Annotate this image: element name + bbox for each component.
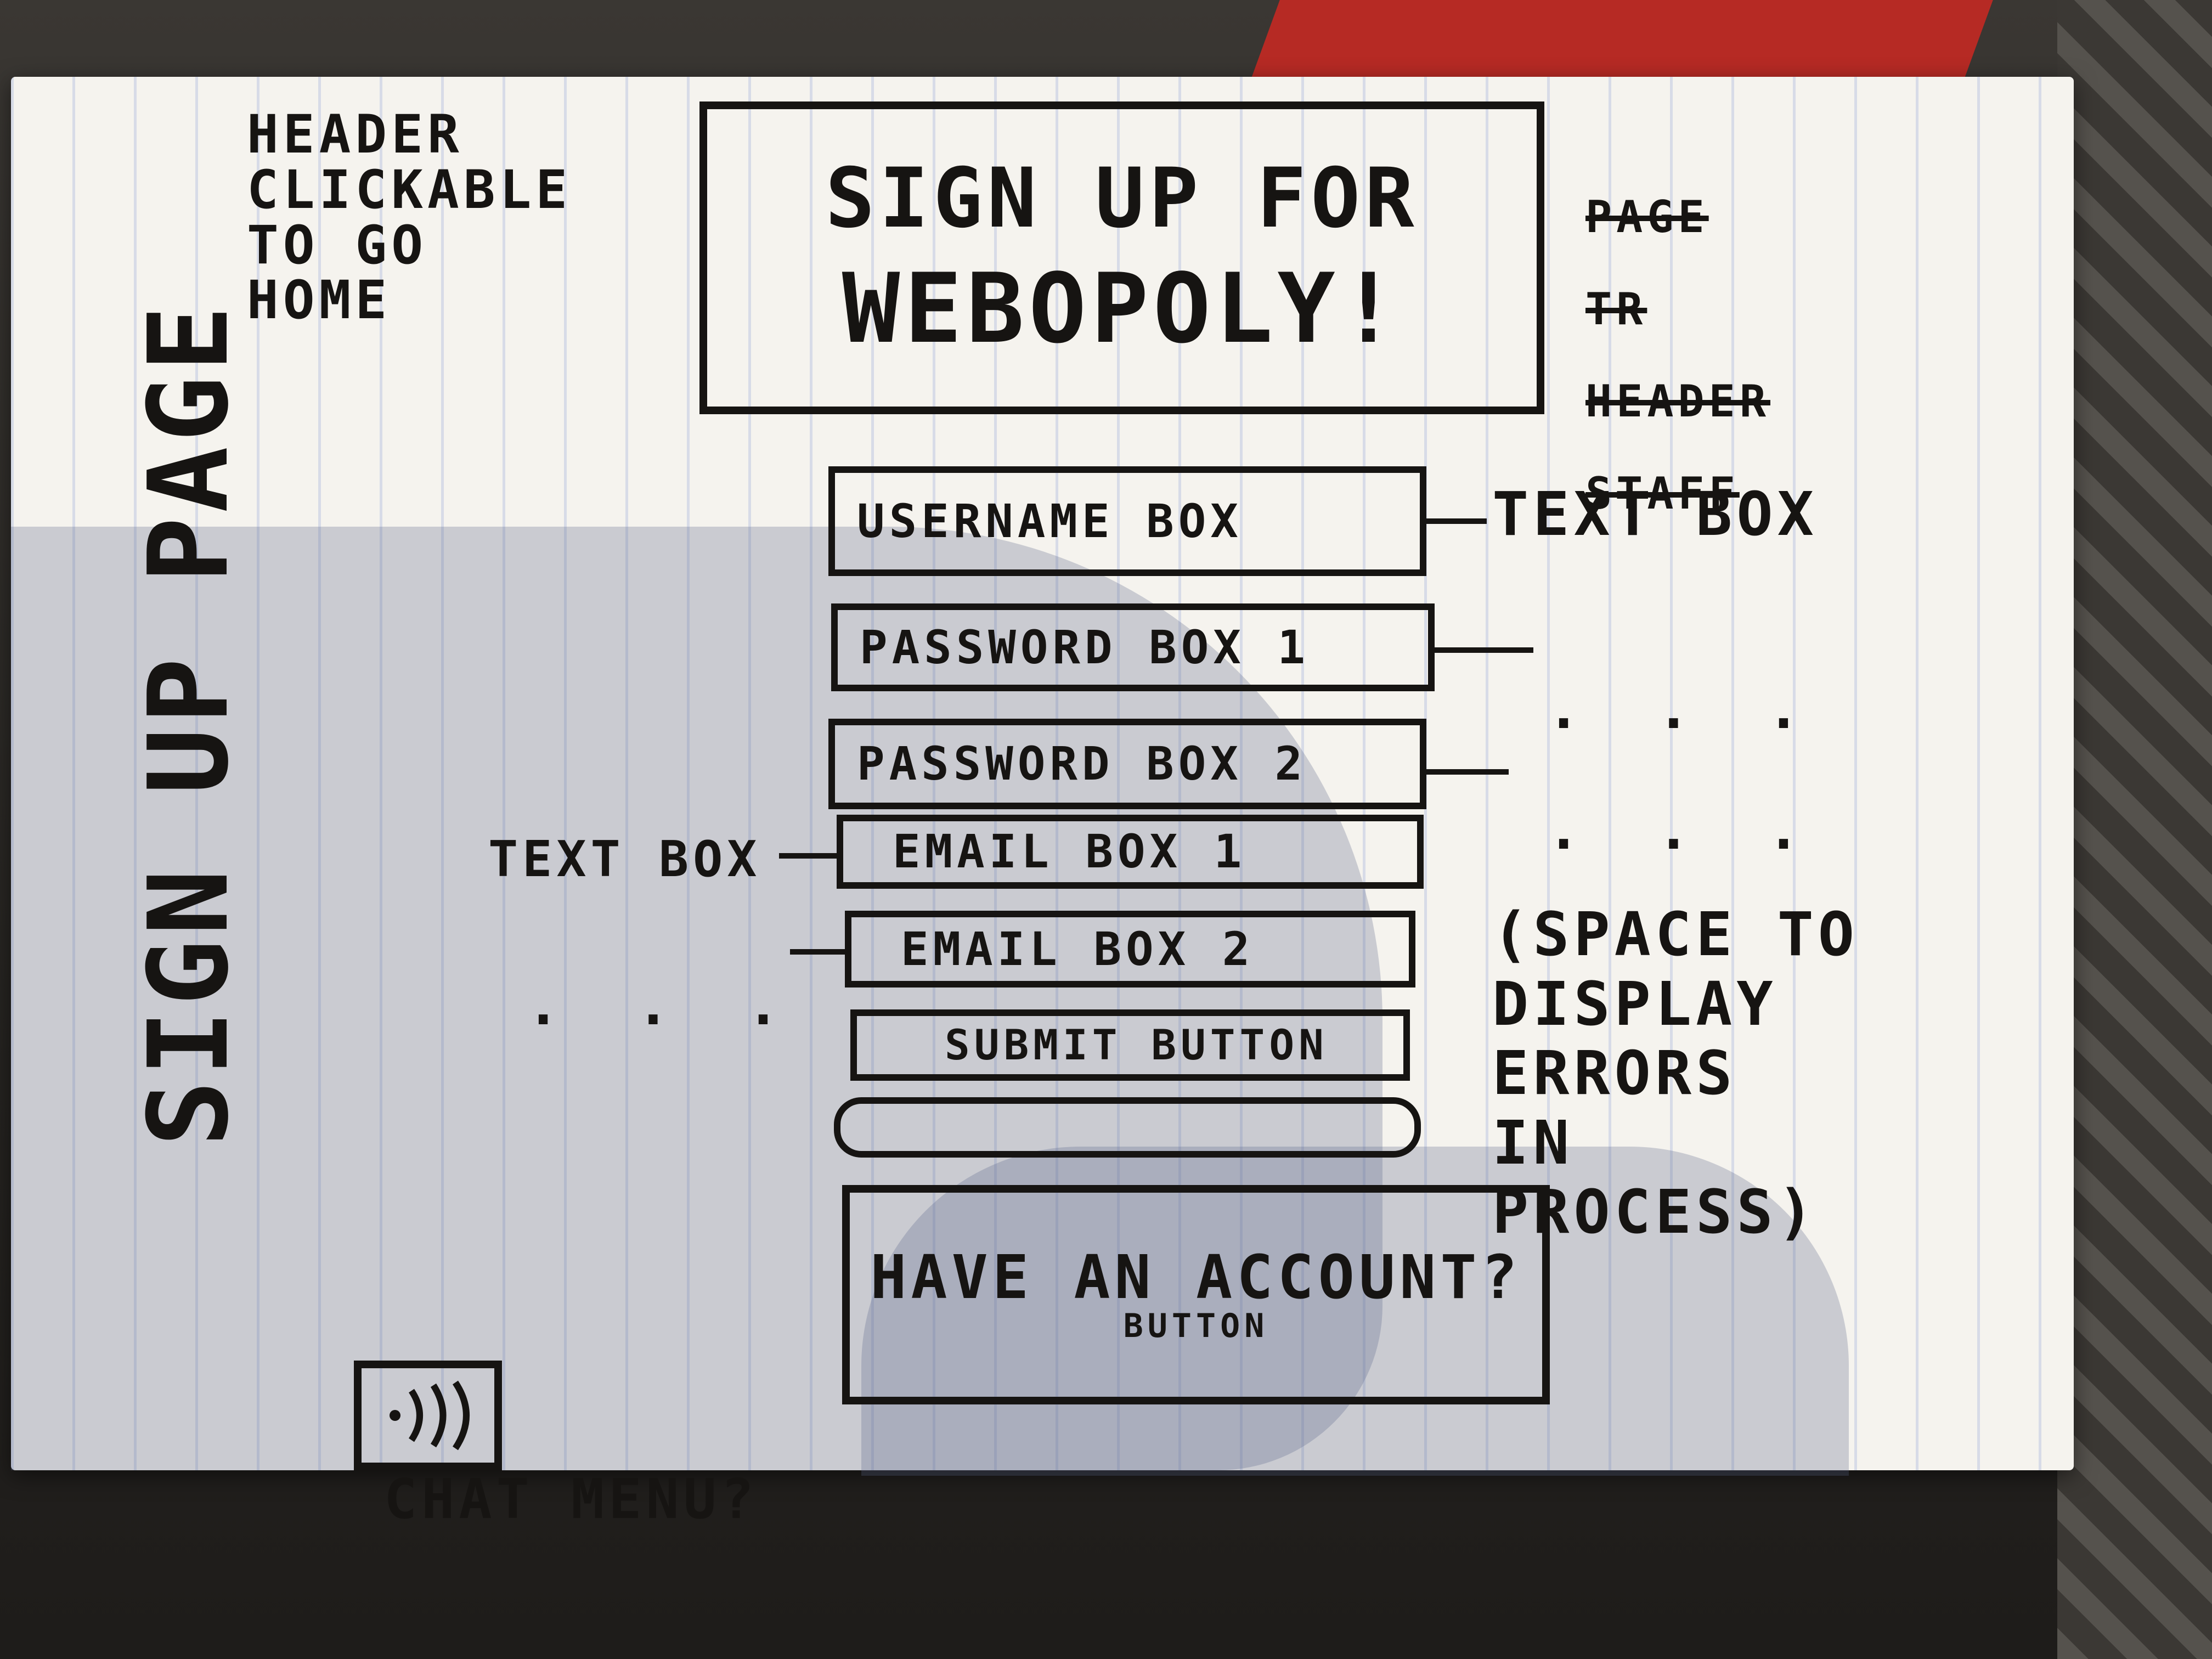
struck-note-line: PAGE [1585,191,1709,242]
connector-line [779,853,837,859]
have-account-button[interactable]: HAVE AN ACCOUNT? BUTTON [842,1185,1550,1404]
site-header[interactable]: SIGN UP FOR WEBOPOLY! [699,101,1544,414]
ellipsis-note: . . . [1547,798,1822,862]
username-field[interactable]: USERNAME BOX [828,466,1426,576]
sketch-paper: HEADER CLICKABLE TO GO HOME SIGN UP FOR … [11,77,2074,1528]
errors-note: (SPACE TO DISPLAY ERRORS IN PROCESS) [1492,899,1859,1247]
connector-line [790,949,845,955]
error-display-area [834,1097,1421,1158]
ellipsis-note: . . . [527,973,802,1037]
have-account-label: HAVE AN ACCOUNT? [870,1242,1522,1312]
text-box-note: TEXT BOX [488,831,761,888]
struck-note-line: HEADER [1585,376,1770,427]
struck-note-line: TR [1585,284,1647,335]
page-label: SIGN UP PAGE [125,301,253,1147]
submit-button[interactable]: SUBMIT BUTTON [850,1009,1410,1081]
connector-line [1426,769,1509,775]
background-pattern [2057,0,2212,1659]
have-account-sublabel: BUTTON [1123,1307,1269,1346]
text-box-note: TEXT BOX [1492,479,1818,549]
password-field-1[interactable]: PASSWORD BOX 1 [831,603,1435,691]
connector-line [1435,647,1533,653]
email-field-2[interactable]: EMAIL BOX 2 [845,911,1415,988]
connector-line [1426,518,1487,524]
header-title-line1: SIGN UP FOR [825,151,1419,247]
chat-wave-icon-svg [390,1380,470,1451]
chat-menu-note: CHAT MENU? [384,1467,759,1531]
header-note: HEADER CLICKABLE TO GO HOME [247,104,572,331]
header-title-line2: WEBOPOLY! [842,253,1402,365]
ellipsis-note: . . . [1547,677,1822,741]
chat-wave-icon[interactable] [354,1361,502,1470]
password-field-2[interactable]: PASSWORD BOX 2 [828,719,1426,809]
email-field-1[interactable]: EMAIL BOX 1 [837,815,1424,889]
